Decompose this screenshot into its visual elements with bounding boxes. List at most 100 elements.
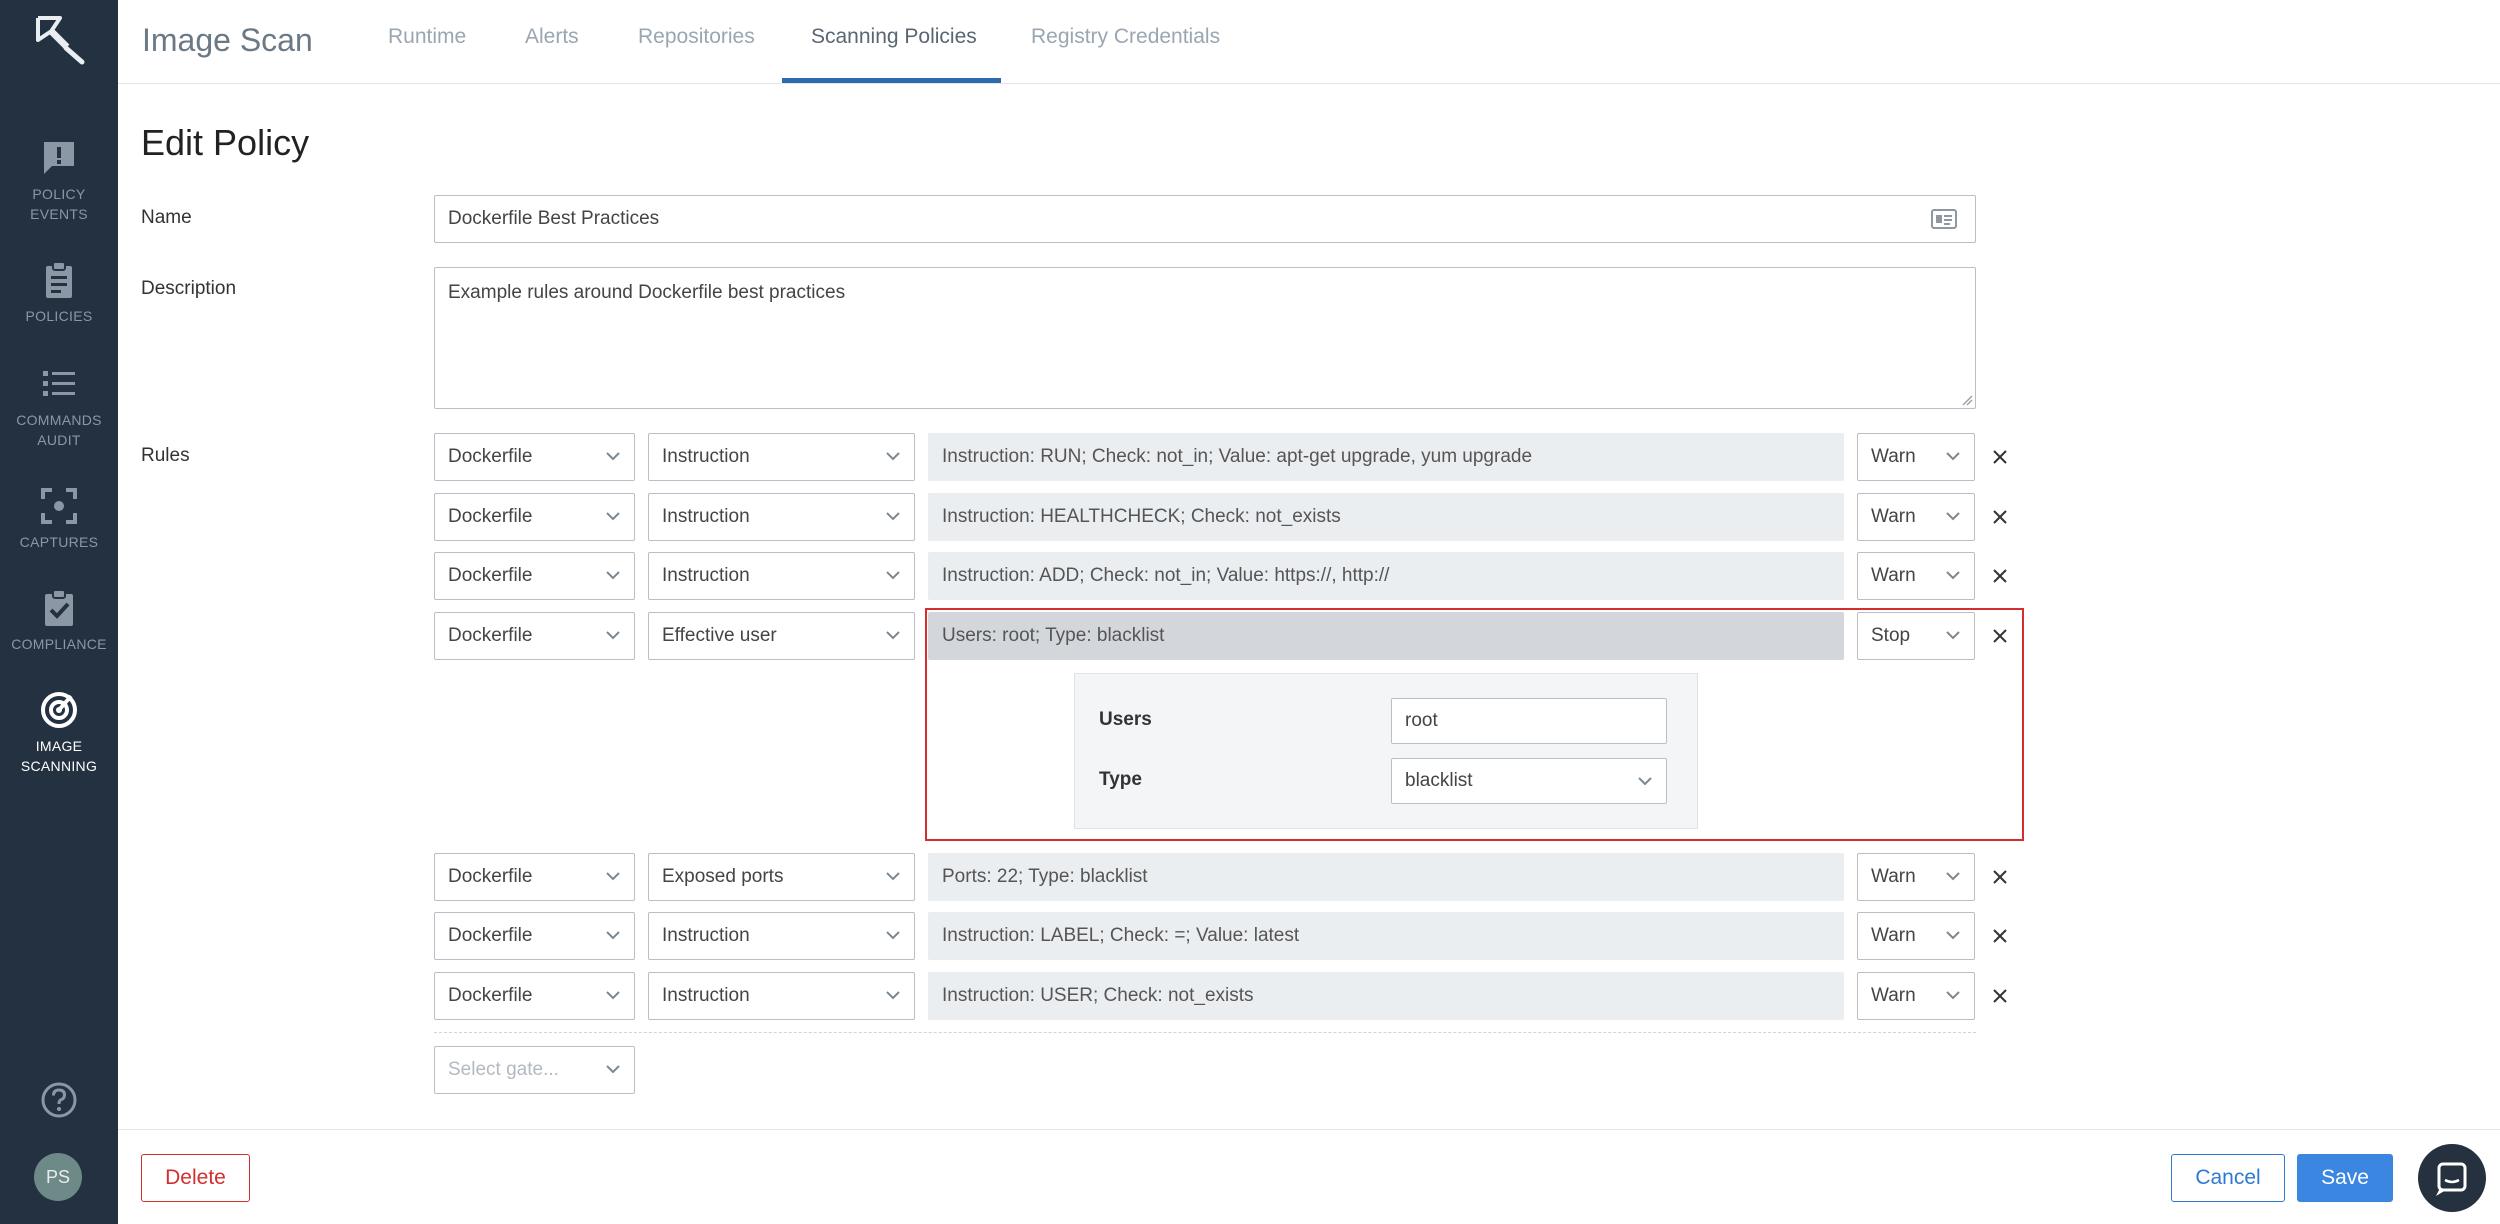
chevron-down-icon	[886, 631, 900, 640]
rule-summary[interactable]: Instruction: HEALTHCHECK; Check: not_exi…	[928, 493, 1844, 541]
delete-button[interactable]: Delete	[141, 1154, 250, 1202]
select-value: Stop	[1871, 625, 1911, 646]
rule-summary[interactable]: Instruction: LABEL; Check: =; Value: lat…	[928, 912, 1844, 960]
chevron-down-icon	[886, 571, 900, 580]
remove-rule-icon[interactable]	[1992, 988, 2008, 1004]
select-value: Instruction	[662, 506, 750, 527]
chevron-down-icon	[1946, 631, 1960, 640]
rule-trigger-select[interactable]: Effective user	[648, 612, 915, 660]
rule-action-select[interactable]: Warn	[1857, 912, 1975, 960]
tab-alerts[interactable]: Alerts	[525, 25, 579, 49]
rule-action-select[interactable]: Stop	[1857, 612, 1975, 660]
users-label: Users	[1099, 709, 1152, 730]
rule-action-select[interactable]: Warn	[1857, 552, 1975, 600]
rule-gate-select[interactable]: Dockerfile	[434, 433, 635, 481]
chevron-down-icon	[1946, 991, 1960, 1000]
nav-label: IMAGE	[35, 738, 83, 754]
rule-gate-select[interactable]: Dockerfile	[434, 493, 635, 541]
nav-policies[interactable]: POLICIES	[0, 260, 118, 326]
tab-runtime[interactable]: Runtime	[388, 25, 466, 49]
select-value: Warn	[1871, 446, 1916, 467]
description-textarea[interactable]: Example rules around Dockerfile best pra…	[434, 267, 1976, 409]
rule-gate-select[interactable]: Dockerfile	[434, 853, 635, 901]
nav-label: POLICIES	[25, 308, 93, 324]
select-value: Dockerfile	[448, 925, 533, 946]
chevron-down-icon	[1946, 872, 1960, 881]
nav-image-scanning[interactable]: IMAGE SCANNING	[0, 690, 118, 776]
rule-action-select[interactable]: Warn	[1857, 433, 1975, 481]
chevron-down-icon	[1946, 571, 1960, 580]
users-input-value: root	[1405, 710, 1438, 731]
rule-trigger-select[interactable]: Instruction	[648, 493, 915, 541]
remove-rule-icon[interactable]	[1992, 509, 2008, 525]
chevron-down-icon	[606, 452, 620, 461]
rule-action-select[interactable]: Warn	[1857, 493, 1975, 541]
rule-gate-select[interactable]: Dockerfile	[434, 612, 635, 660]
rule-gate-select[interactable]: Dockerfile	[434, 972, 635, 1020]
tab-repositories[interactable]: Repositories	[638, 25, 755, 49]
select-value: Dockerfile	[448, 446, 533, 467]
chevron-down-icon	[886, 872, 900, 881]
logo-icon[interactable]	[30, 10, 88, 68]
rule-gate-select[interactable]: Dockerfile	[434, 912, 635, 960]
type-select[interactable]: blacklist	[1391, 758, 1667, 804]
rule-gate-select[interactable]: Dockerfile	[434, 552, 635, 600]
tab-registry-credentials[interactable]: Registry Credentials	[1031, 25, 1220, 49]
select-value: blacklist	[1405, 770, 1473, 791]
rule-summary[interactable]: Ports: 22; Type: blacklist	[928, 853, 1844, 901]
users-input[interactable]: root	[1391, 698, 1667, 744]
remove-rule-icon[interactable]	[1992, 568, 2008, 584]
rules-label: Rules	[141, 445, 190, 466]
chevron-down-icon	[1638, 777, 1652, 786]
remove-rule-icon[interactable]	[1992, 928, 2008, 944]
remove-rule-icon[interactable]	[1992, 869, 2008, 885]
rule-summary[interactable]: Instruction: ADD; Check: not_in; Value: …	[928, 552, 1844, 600]
nav-label: AUDIT	[37, 432, 81, 448]
remove-rule-icon[interactable]	[1992, 628, 2008, 644]
avatar[interactable]: PS	[34, 1153, 82, 1201]
remove-rule-icon[interactable]	[1992, 449, 2008, 465]
nav-label: COMMANDS	[16, 412, 102, 428]
resize-grip-icon[interactable]	[1961, 394, 1973, 406]
nav-compliance[interactable]: COMPLIANCE	[0, 588, 118, 654]
chevron-down-icon	[886, 512, 900, 521]
capture-icon	[41, 488, 77, 524]
select-value: Warn	[1871, 925, 1916, 946]
nav-commands-audit[interactable]: COMMANDS AUDIT	[0, 364, 118, 450]
chat-button[interactable]	[2418, 1144, 2486, 1212]
page-title: Edit Policy	[141, 122, 310, 163]
name-input[interactable]: Dockerfile Best Practices	[434, 195, 1976, 243]
rule-trigger-select[interactable]: Instruction	[648, 912, 915, 960]
save-button[interactable]: Save	[2297, 1154, 2393, 1202]
nav-policy-events[interactable]: POLICY EVENTS	[0, 138, 118, 224]
help-icon[interactable]	[39, 1080, 79, 1120]
rule-trigger-select[interactable]: Exposed ports	[648, 853, 915, 901]
chat-icon	[2436, 1162, 2467, 1196]
rules-divider	[434, 1032, 1976, 1033]
top-bar: Image Scan Runtime Alerts Repositories S…	[118, 0, 2500, 84]
chevron-down-icon	[606, 512, 620, 521]
tab-scanning-policies[interactable]: Scanning Policies	[811, 25, 977, 49]
select-value: Dockerfile	[448, 565, 533, 586]
footer-divider	[118, 1129, 2500, 1130]
rule-trigger-select[interactable]: Instruction	[648, 972, 915, 1020]
rule-trigger-select[interactable]: Instruction	[648, 433, 915, 481]
select-gate-dropdown[interactable]: Select gate...	[434, 1046, 635, 1094]
active-tab-indicator	[782, 78, 1001, 83]
select-value: Warn	[1871, 506, 1916, 527]
nav-captures[interactable]: CAPTURES	[0, 486, 118, 552]
rule-summary[interactable]: Instruction: RUN; Check: not_in; Value: …	[928, 433, 1844, 481]
rule-summary[interactable]: Instruction: USER; Check: not_exists	[928, 972, 1844, 1020]
app-title: Image Scan	[142, 22, 313, 58]
chevron-down-icon	[886, 452, 900, 461]
rule-trigger-select[interactable]: Instruction	[648, 552, 915, 600]
rule-action-select[interactable]: Warn	[1857, 972, 1975, 1020]
radar-icon	[41, 692, 77, 728]
nav-label: POLICY	[32, 186, 86, 202]
select-value: Dockerfile	[448, 985, 533, 1006]
select-placeholder: Select gate...	[448, 1059, 559, 1080]
rule-summary[interactable]: Users: root; Type: blacklist	[928, 612, 1844, 660]
rule-action-select[interactable]: Warn	[1857, 853, 1975, 901]
nav-label: SCANNING	[20, 758, 98, 774]
cancel-button[interactable]: Cancel	[2171, 1154, 2285, 1202]
